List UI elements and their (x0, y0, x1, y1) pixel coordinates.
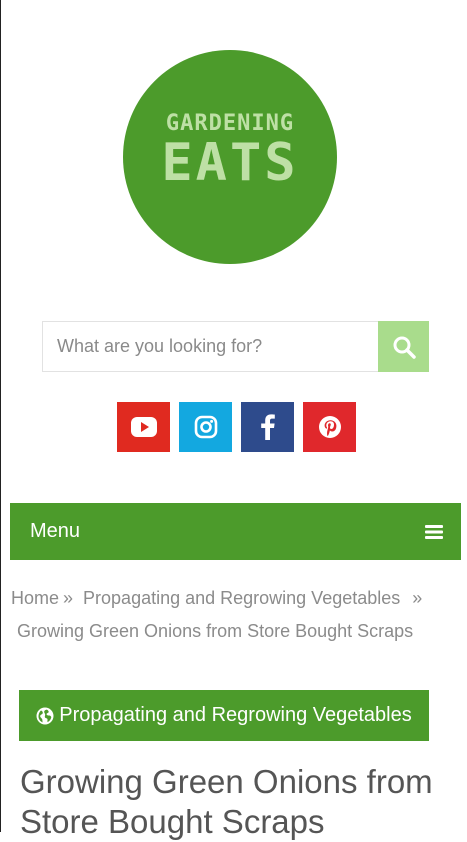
globe-icon (36, 707, 54, 724)
breadcrumb: Home» Propagating and Regrowing Vegetable… (11, 582, 451, 648)
instagram-icon (194, 415, 217, 439)
logo-circle: GARDENING EATS (123, 50, 337, 264)
logo-text-eats: EATS (161, 133, 299, 193)
site-logo[interactable]: GARDENING EATS (123, 50, 337, 264)
category-button[interactable]: Propagating and Regrowing Vegetables (19, 690, 429, 741)
social-links (117, 402, 356, 452)
pinterest-icon (318, 416, 341, 438)
hamburger-icon[interactable] (425, 524, 443, 540)
search-input[interactable] (42, 321, 378, 372)
search-icon (393, 336, 416, 359)
youtube-icon (130, 417, 157, 437)
search-form (42, 321, 429, 372)
pinterest-link[interactable] (303, 402, 356, 452)
breadcrumb-home-link[interactable]: Home (11, 588, 59, 608)
breadcrumb-category-link[interactable]: Propagating and Regrowing Vegetables (83, 588, 400, 608)
instagram-link[interactable] (179, 402, 232, 452)
breadcrumb-separator: » (412, 588, 423, 608)
facebook-link[interactable] (241, 402, 294, 452)
breadcrumb-separator: » (63, 588, 74, 608)
facebook-icon (260, 414, 275, 440)
menu-label: Menu (30, 520, 81, 542)
article-title: Growing Green Onions from Store Bought S… (20, 763, 433, 840)
breadcrumb-current: Growing Green Onions from Store Bought S… (17, 621, 414, 641)
page-left-border (0, 0, 1, 832)
search-button[interactable] (378, 321, 429, 372)
category-button-label: Propagating and Regrowing Vegetables (59, 704, 412, 726)
youtube-link[interactable] (117, 402, 170, 452)
main-menu-bar[interactable]: Menu (10, 503, 461, 560)
